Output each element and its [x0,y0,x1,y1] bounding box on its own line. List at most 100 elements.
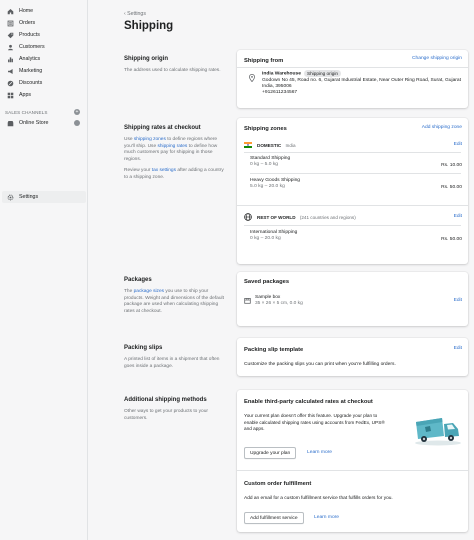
edit-domestic-zone-link[interactable]: Edit [454,142,462,147]
shipping-zones-link[interactable]: shipping zones [134,137,166,142]
customers-icon [7,44,14,51]
rate-row: International Shipping 0 kg – 20.0 kg [250,230,297,242]
zone-type: REST OF WORLD [257,214,296,220]
sidebar-item-products[interactable]: Products [0,29,87,41]
sidebar-item-label: Customers [19,44,45,50]
view-store-icon[interactable] [74,120,80,126]
tax-note: Review your tax settings after adding a … [124,168,224,180]
marketing-icon [7,68,14,75]
sales-channels-heading: SALES CHANNELS + [0,107,87,117]
address-line-1: Godown No 45, Road no. 6, Gujarat Indust… [262,77,461,83]
section-description: The address used to calculate shipping r… [124,68,221,73]
orders-icon [7,20,14,27]
package-dimensions: 35 × 26 × 5 cm, 0.0 kg [255,301,303,306]
sidebar-item-settings[interactable]: Settings [2,191,86,203]
rate-range: 0 kg – 5.0 kg [250,162,279,167]
custom-fulfillment-title: Custom order fulfillment [244,481,312,487]
page-title: Shipping [124,20,174,32]
edit-packing-slip-link[interactable]: Edit [454,346,462,351]
additional-methods-card: Enable third-party calculated rates at c… [237,390,468,532]
card-description: Customize the packing slips you can prin… [244,362,396,367]
change-origin-link[interactable]: Change shipping origin [412,56,462,61]
section-description: Other ways to get your products to your … [124,409,208,421]
shipping-rates-section: Shipping rates at checkout Use shipping … [124,118,471,268]
rate-range: 0 kg – 20.0 kg [250,236,281,241]
sidebar-item-label: Apps [19,92,32,98]
sidebar-item-home[interactable]: Home [0,5,87,17]
packing-slip-card: Packing slip template Edit Customize the… [237,338,468,376]
upgrade-notice: Your current plan doesn't offer this fea… [244,413,385,432]
store-icon [7,120,14,127]
phone-number: +912611234567 [262,90,298,96]
section-heading: Additional shipping methods [124,397,207,403]
package-sizes-link[interactable]: package sizes [134,289,164,294]
sidebar-item-customers[interactable]: Customers [0,41,87,53]
card-title: Shipping zones [244,126,287,132]
section-description: A printed list of items in a shipment th… [124,357,220,369]
add-channel-icon[interactable]: + [74,109,80,115]
sidebar-item-online-store[interactable]: Online Store [0,117,87,129]
breadcrumb[interactable]: ‹ Settings [124,11,146,17]
sidebar-item-apps[interactable]: Apps [0,89,87,101]
sales-channels-label: SALES CHANNELS [5,109,48,115]
sidebar-item-label: Online Store [19,120,49,126]
sidebar: Home Orders Products Customers Analytics… [0,0,88,540]
custom-fulfillment-description: Add an email for a custom fulfillment se… [244,496,393,501]
packing-slips-section: Packing slips A printed list of items in… [124,338,471,378]
zone-type: DOMESTIC [257,142,282,148]
zone-country: India [285,142,296,148]
sidebar-item-label: Products [19,32,40,38]
add-shipping-zone-link[interactable]: Add shipping zone [422,125,462,130]
location-pin-icon [249,74,255,83]
shipping-zones-card: Shipping zones Add shipping zone DOMESTI… [237,118,468,264]
rate-price: Rs. 50.00 [441,185,462,190]
section-description: The package sizes you use to ship your p… [124,289,224,314]
rate-price: Rs. 10.00 [441,163,462,168]
sidebar-item-label: Settings [19,194,39,200]
packages-section: Packages The package sizes you use to sh… [124,272,471,328]
section-heading: Packing slips [124,345,163,351]
learn-more-link[interactable]: Learn more [307,450,332,455]
products-icon [7,32,14,39]
sidebar-item-label: Marketing [19,68,43,74]
sidebar-item-analytics[interactable]: Analytics [0,53,87,65]
section-heading: Shipping origin [124,56,168,62]
add-fulfillment-service-button[interactable]: Add fulfillment service [244,512,304,524]
gear-icon [7,194,14,201]
analytics-icon [7,56,14,63]
home-icon [7,8,14,15]
section-heading: Shipping rates at checkout [124,125,201,131]
apps-icon [7,92,14,99]
shipping-rates-link[interactable]: shipping rates [157,144,187,149]
rate-row: Standard Shipping 0 kg – 5.0 kg [250,156,290,168]
shipping-origin-badge: Shipping origin [303,70,341,78]
card-title: Saved packages [244,279,290,285]
zone-countries: (241 countries and regions) [299,214,356,220]
saved-packages-card: Saved packages Sample box 35 × 26 × 5 cm… [237,272,468,326]
delivery-truck-icon [413,414,463,446]
location-name: India Warehouse [262,71,301,77]
additional-methods-section: Additional shipping methods Other ways t… [124,390,471,538]
shipping-from-card: Shipping from Change shipping origin Ind… [237,50,468,108]
card-title: Packing slip template [244,347,304,353]
box-icon [244,297,251,304]
discounts-icon [7,80,14,87]
rate-price: Rs. 50.00 [441,237,462,242]
edit-package-link[interactable]: Edit [454,298,462,303]
upgrade-plan-button[interactable]: Upgrade your plan [244,447,297,459]
card-title: Shipping from [244,58,284,64]
rate-range: 5.0 kg – 20.0 kg [250,184,285,189]
section-heading: Packages [124,277,152,283]
learn-more-link[interactable]: Learn more [314,515,339,520]
sidebar-item-orders[interactable]: Orders [0,17,87,29]
shipping-origin-section: Shipping origin The address used to calc… [124,50,471,112]
sidebar-item-discounts[interactable]: Discounts [0,77,87,89]
sidebar-item-label: Home [19,8,34,14]
sidebar-item-label: Orders [19,20,36,26]
main-content: ‹ Settings Shipping Shipping origin The … [88,0,474,540]
breadcrumb-label: Settings [127,11,146,17]
sidebar-item-marketing[interactable]: Marketing [0,65,87,77]
tax-settings-link[interactable]: tax settings [152,168,176,173]
edit-world-zone-link[interactable]: Edit [454,214,462,219]
sidebar-item-label: Discounts [19,80,43,86]
